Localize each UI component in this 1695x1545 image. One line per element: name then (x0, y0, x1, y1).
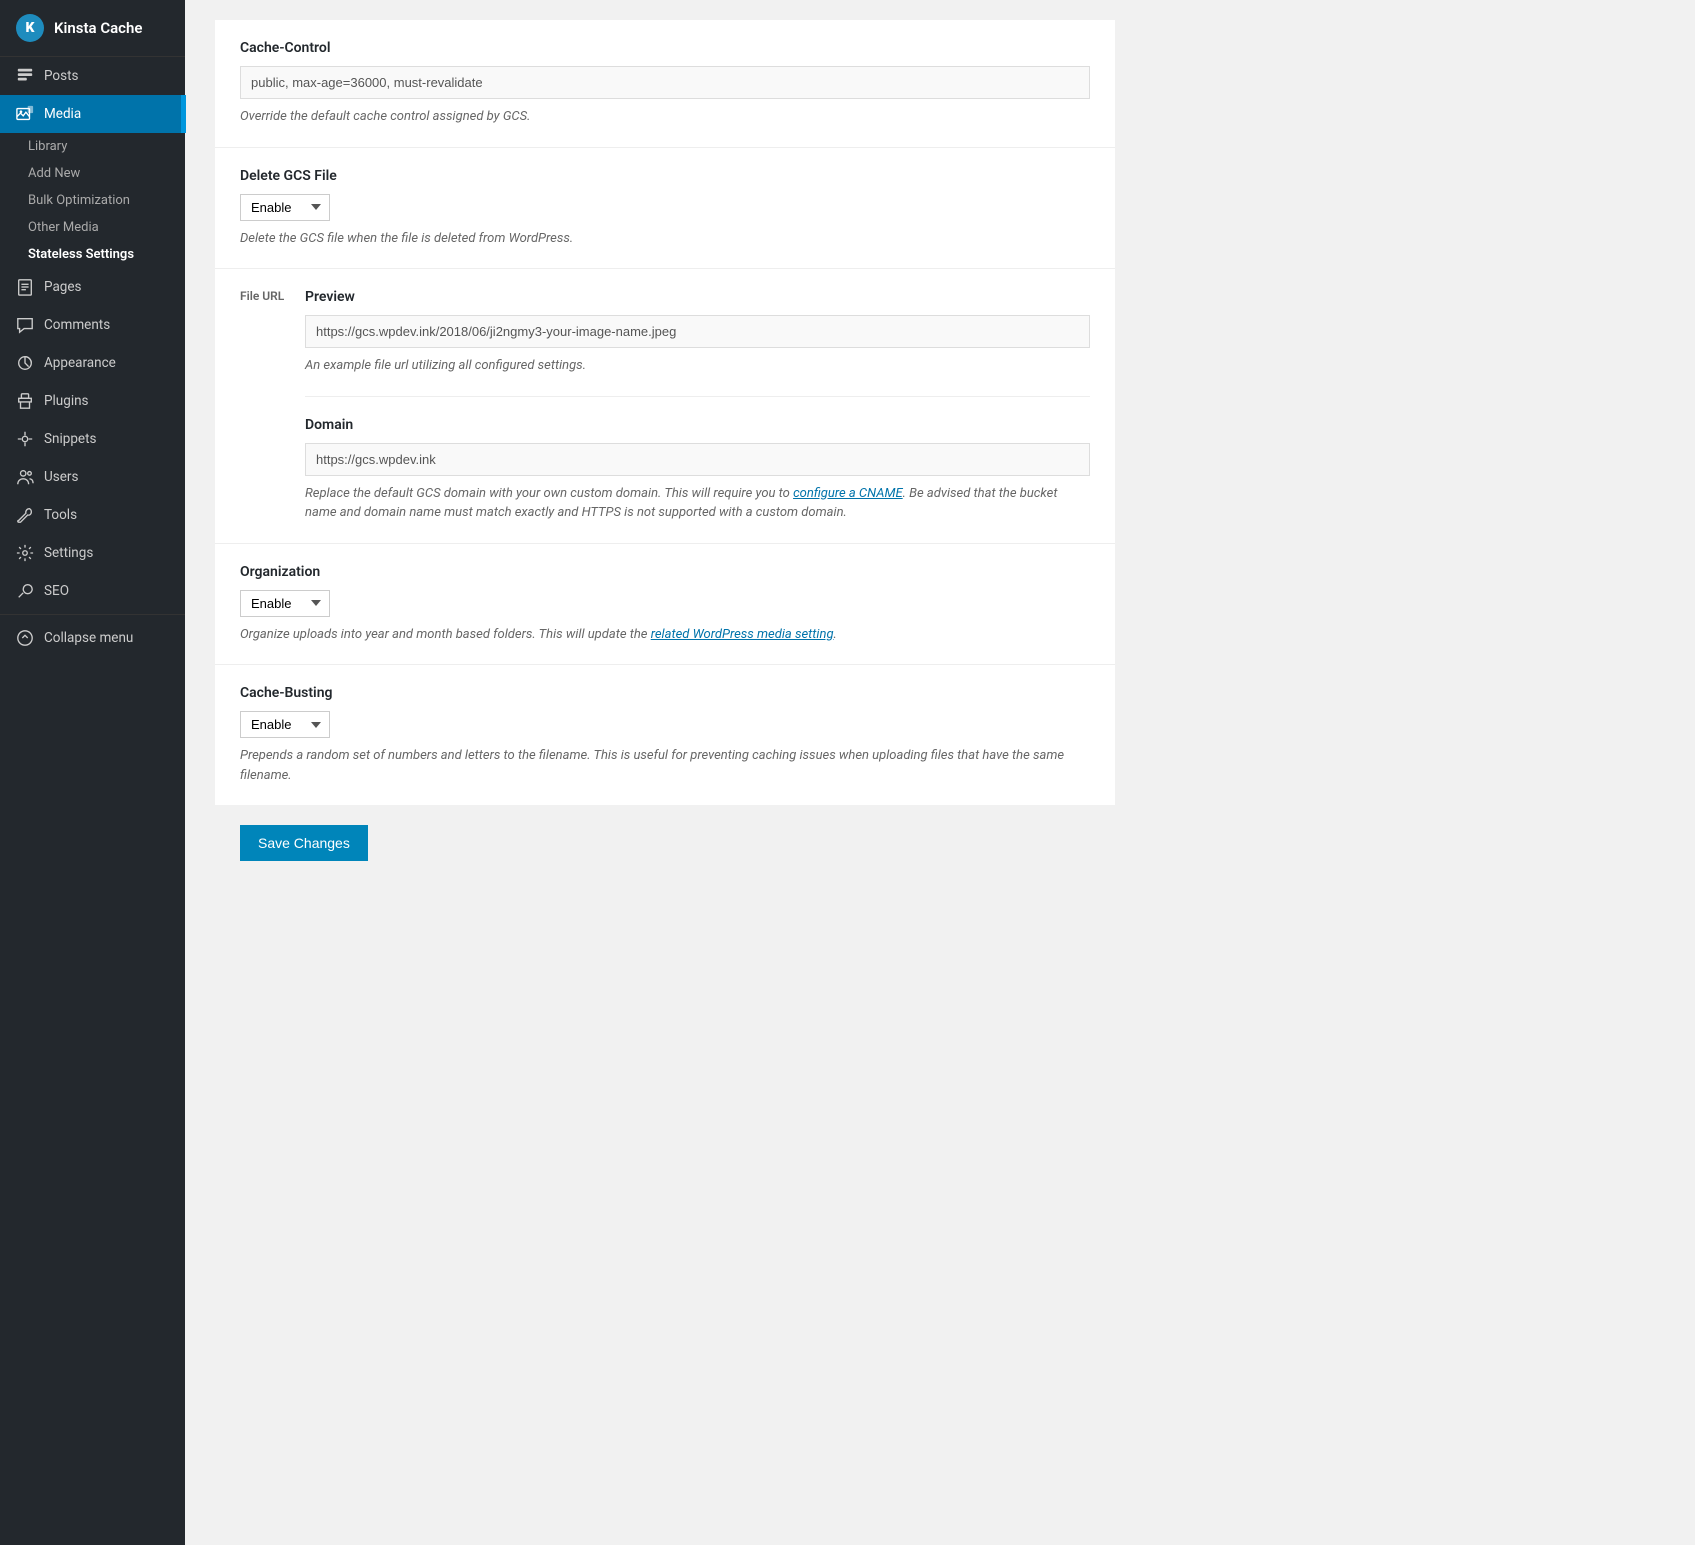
organization-label: Organization (240, 564, 1090, 580)
media-icon (16, 105, 34, 123)
preview-label: Preview (305, 289, 1090, 305)
tools-icon (16, 506, 34, 524)
sidebar-item-pages[interactable]: Pages (0, 268, 185, 306)
seo-icon (16, 582, 34, 600)
sidebar-item-plugins[interactable]: Plugins (0, 382, 185, 420)
sidebar-label-settings: Settings (44, 545, 93, 561)
sidebar-item-appearance[interactable]: Appearance (0, 344, 185, 382)
file-url-section: File URL Preview An example file url uti… (215, 269, 1115, 544)
organization-desc: Organize uploads into year and month bas… (240, 625, 1090, 645)
sidebar-label-comments: Comments (44, 317, 110, 333)
sidebar-logo: K Kinsta Cache (0, 0, 185, 57)
sidebar-item-settings[interactable]: Settings (0, 534, 185, 572)
sidebar-subitem-bulk-optimization[interactable]: Bulk Optimization (0, 187, 185, 214)
settings-form: Cache-Control Override the default cache… (215, 20, 1115, 805)
domain-group: Domain Replace the default GCS domain wi… (305, 417, 1090, 523)
sidebar-label-seo: SEO (44, 583, 69, 599)
cache-control-input[interactable] (240, 66, 1090, 99)
sidebar-item-media[interactable]: Media (0, 95, 185, 133)
delete-gcs-file-desc: Delete the GCS file when the file is del… (240, 229, 1090, 249)
plugins-icon (16, 392, 34, 410)
sidebar-label-media: Media (44, 106, 81, 122)
sidebar-item-posts[interactable]: Posts (0, 57, 185, 95)
appearance-icon (16, 354, 34, 372)
delete-gcs-file-field: Delete GCS File Enable Disable Delete th… (215, 148, 1115, 270)
sidebar-label-users: Users (44, 469, 78, 485)
media-setting-link[interactable]: related WordPress media setting (651, 627, 834, 642)
sidebar-subitem-library[interactable]: Library (0, 133, 185, 160)
preview-group: Preview An example file url utilizing al… (305, 289, 1090, 376)
sidebar-item-comments[interactable]: Comments (0, 306, 185, 344)
sidebar-item-seo[interactable]: SEO (0, 572, 185, 610)
cache-busting-field: Cache-Busting Enable Disable Prepends a … (215, 665, 1115, 805)
delete-gcs-file-label: Delete GCS File (240, 168, 1090, 184)
sidebar-subitem-stateless-settings[interactable]: Stateless Settings (0, 241, 185, 268)
sidebar-label-pages: Pages (44, 279, 82, 295)
pages-icon (16, 278, 34, 296)
organization-select[interactable]: Enable Disable (240, 590, 330, 617)
domain-desc: Replace the default GCS domain with your… (305, 484, 1090, 523)
cache-control-label: Cache-Control (240, 40, 1090, 56)
preview-input[interactable] (305, 315, 1090, 348)
comments-icon (16, 316, 34, 334)
configure-cname-link[interactable]: configure a CNAME (793, 486, 903, 501)
sidebar-item-snippets[interactable]: Snippets (0, 420, 185, 458)
settings-icon (16, 544, 34, 562)
save-bar: Save Changes (215, 805, 1115, 881)
sidebar-item-tools[interactable]: Tools (0, 496, 185, 534)
organization-field: Organization Enable Disable Organize upl… (215, 544, 1115, 666)
save-changes-button[interactable]: Save Changes (240, 825, 368, 861)
cache-busting-desc: Prepends a random set of numbers and let… (240, 746, 1090, 785)
organization-desc-after: . (834, 627, 837, 642)
media-submenu: Library Add New Bulk Optimization Other … (0, 133, 185, 268)
sidebar-subitem-other-media[interactable]: Other Media (0, 214, 185, 241)
sidebar-label-appearance: Appearance (44, 355, 116, 371)
delete-gcs-file-select[interactable]: Enable Disable (240, 194, 330, 221)
sidebar-subitem-add-new[interactable]: Add New (0, 160, 185, 187)
users-icon (16, 468, 34, 486)
organization-desc-before: Organize uploads into year and month bas… (240, 627, 651, 642)
domain-input[interactable] (305, 443, 1090, 476)
sidebar-label-plugins: Plugins (44, 393, 89, 409)
domain-label: Domain (305, 417, 1090, 433)
posts-icon (16, 67, 34, 85)
domain-desc-before: Replace the default GCS domain with your… (305, 486, 793, 501)
file-url-side-label: File URL (215, 269, 295, 325)
sidebar-item-collapse[interactable]: Collapse menu (0, 619, 185, 657)
sidebar-label-collapse: Collapse menu (44, 630, 133, 646)
cache-control-field: Cache-Control Override the default cache… (215, 20, 1115, 148)
kinsta-logo-icon: K (16, 14, 44, 42)
cache-busting-select[interactable]: Enable Disable (240, 711, 330, 738)
sidebar-item-users[interactable]: Users (0, 458, 185, 496)
file-url-content: Preview An example file url utilizing al… (295, 269, 1115, 543)
sidebar-label-posts: Posts (44, 68, 78, 84)
preview-desc: An example file url utilizing all config… (305, 356, 1090, 376)
cache-busting-label: Cache-Busting (240, 685, 1090, 701)
cache-control-desc: Override the default cache control assig… (240, 107, 1090, 127)
sidebar-logo-label: Kinsta Cache (54, 19, 142, 37)
collapse-icon (16, 629, 34, 647)
sidebar-label-snippets: Snippets (44, 431, 96, 447)
snippets-icon (16, 430, 34, 448)
sidebar-label-tools: Tools (44, 507, 77, 523)
